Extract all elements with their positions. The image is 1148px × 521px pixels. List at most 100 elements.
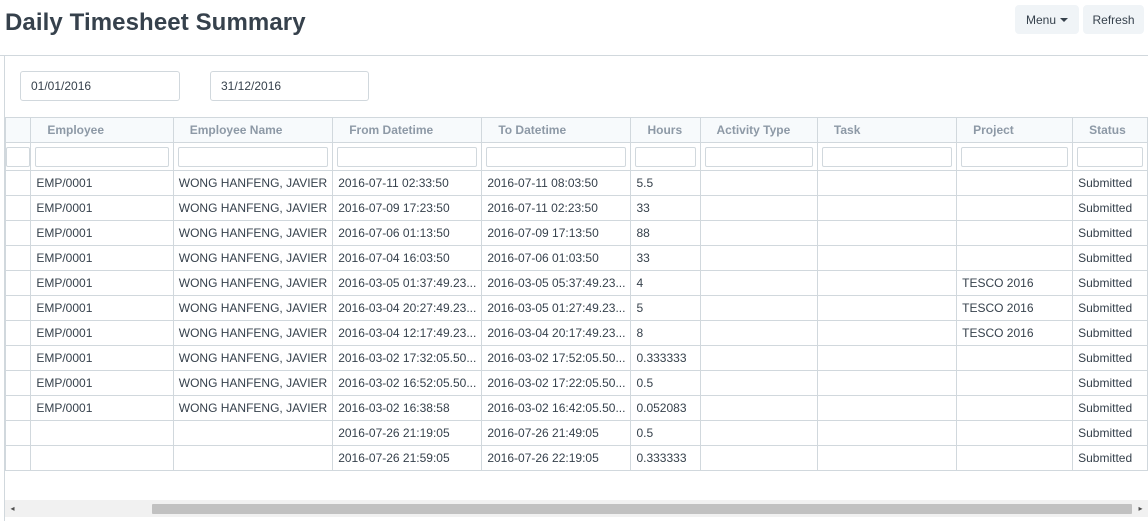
column-header-to-datetime[interactable]: To Datetime [481, 117, 632, 143]
cell-hours[interactable]: 0.052083 [630, 395, 701, 421]
cell-employee[interactable]: EMP/0001 [30, 220, 174, 246]
table-row[interactable]: EMP/0001 WONG HANFENG, JAVIER 2016-07-04 1… [4, 245, 1148, 271]
cell-hours[interactable]: 0.333333 [630, 345, 701, 371]
cell-employee[interactable]: EMP/0001 [30, 170, 174, 196]
filter-input-activity-type[interactable] [704, 146, 813, 167]
cell-project[interactable]: TESCO 2016 [956, 270, 1074, 296]
cell-task[interactable] [816, 245, 958, 271]
cell-from-datetime[interactable]: 2016-03-05 01:37:49.23... [332, 270, 483, 296]
table-row[interactable]: 2016-07-26 21:59:05 2016-07-26 22:19:05 0.… [4, 445, 1148, 471]
column-header-employee[interactable]: Employee [30, 117, 174, 143]
cell-activity-type[interactable] [699, 170, 818, 196]
cell-hours[interactable]: 5.5 [630, 170, 701, 196]
filter-input[interactable] [6, 146, 30, 167]
cell-project[interactable] [956, 395, 1074, 421]
table-row[interactable]: EMP/0001 WONG HANFENG, JAVIER 2016-03-02 1… [4, 370, 1148, 396]
cell-status[interactable]: Submitted [1072, 345, 1148, 371]
cell-from-datetime[interactable]: 2016-03-04 12:17:49.23... [332, 320, 483, 346]
cell-hours[interactable]: 88 [630, 220, 701, 246]
cell-to-datetime[interactable]: 2016-07-26 22:19:05 [481, 445, 632, 471]
horizontal-scrollbar[interactable]: ◂ ▸ [5, 500, 1148, 517]
cell-activity-type[interactable] [699, 320, 818, 346]
cell-employee-name[interactable]: WONG HANFENG, JAVIER [172, 170, 334, 196]
column-header-project[interactable]: Project [956, 117, 1074, 143]
cell-status[interactable]: Submitted [1072, 245, 1148, 271]
cell-activity-type[interactable] [699, 445, 818, 471]
cell-from-datetime[interactable]: 2016-07-26 21:59:05 [332, 445, 483, 471]
cell-project[interactable]: TESCO 2016 [956, 295, 1074, 321]
cell-employee[interactable]: EMP/0001 [30, 395, 174, 421]
cell-from-datetime[interactable]: 2016-07-04 16:03:50 [332, 245, 483, 271]
cell-project[interactable] [956, 220, 1074, 246]
cell-activity-type[interactable] [699, 245, 818, 271]
cell-hours[interactable]: 0.5 [630, 420, 701, 446]
column-header-from-datetime[interactable]: From Datetime [332, 117, 483, 143]
cell-employee[interactable]: EMP/0001 [30, 195, 174, 221]
cell-activity-type[interactable] [699, 270, 818, 296]
cell-status[interactable]: Submitted [1072, 420, 1148, 446]
table-row[interactable]: EMP/0001 WONG HANFENG, JAVIER 2016-03-02 1… [4, 395, 1148, 421]
cell-hours[interactable]: 33 [630, 195, 701, 221]
cell-employee-name[interactable]: WONG HANFENG, JAVIER [172, 320, 334, 346]
cell-to-datetime[interactable]: 2016-03-04 20:17:49.23... [481, 320, 632, 346]
cell-task[interactable] [816, 370, 958, 396]
cell-to-datetime[interactable]: 2016-07-06 01:03:50 [481, 245, 632, 271]
filter-input-status[interactable] [1077, 146, 1143, 167]
cell-activity-type[interactable] [699, 195, 818, 221]
cell-employee-name[interactable]: WONG HANFENG, JAVIER [172, 370, 334, 396]
cell-status[interactable]: Submitted [1072, 270, 1148, 296]
cell-employee[interactable]: EMP/0001 [30, 320, 174, 346]
filter-input-hours[interactable] [635, 146, 696, 167]
scroll-left-icon[interactable]: ◂ [5, 500, 20, 517]
cell-employee[interactable] [30, 420, 174, 446]
cell-from-datetime[interactable]: 2016-03-02 16:52:05.50... [332, 370, 483, 396]
cell-hours[interactable]: 5 [630, 295, 701, 321]
cell-task[interactable] [816, 395, 958, 421]
cell-from-datetime[interactable]: 2016-07-09 17:23:50 [332, 195, 483, 221]
column-header-employee-name[interactable]: Employee Name [172, 117, 334, 143]
cell-status[interactable]: Submitted [1072, 195, 1148, 221]
cell-activity-type[interactable] [699, 370, 818, 396]
cell-project[interactable] [956, 420, 1074, 446]
cell-employee[interactable]: EMP/0001 [30, 245, 174, 271]
cell-from-datetime[interactable]: 2016-07-26 21:19:05 [332, 420, 483, 446]
cell-employee-name[interactable]: WONG HANFENG, JAVIER [172, 270, 334, 296]
cell-employee[interactable]: EMP/0001 [30, 345, 174, 371]
scrollbar-thumb[interactable] [152, 504, 1132, 514]
cell-to-datetime[interactable]: 2016-07-26 21:49:05 [481, 420, 632, 446]
cell-activity-type[interactable] [699, 395, 818, 421]
cell-from-datetime[interactable]: 2016-07-06 01:13:50 [332, 220, 483, 246]
cell-activity-type[interactable] [699, 345, 818, 371]
cell-hours[interactable]: 0.333333 [630, 445, 701, 471]
cell-employee[interactable]: EMP/0001 [30, 295, 174, 321]
table-row[interactable]: EMP/0001 WONG HANFENG, JAVIER 2016-03-04 2… [4, 295, 1148, 321]
table-row[interactable]: EMP/0001 WONG HANFENG, JAVIER 2016-03-04 1… [4, 320, 1148, 346]
cell-status[interactable]: Submitted [1072, 220, 1148, 246]
cell-task[interactable] [816, 270, 958, 296]
filter-input-to-datetime[interactable] [486, 146, 627, 167]
cell-activity-type[interactable] [699, 220, 818, 246]
cell-hours[interactable]: 33 [630, 245, 701, 271]
cell-status[interactable]: Submitted [1072, 295, 1148, 321]
cell-employee-name[interactable]: WONG HANFENG, JAVIER [172, 195, 334, 221]
menu-button[interactable]: Menu [1015, 5, 1079, 34]
table-row[interactable]: EMP/0001 WONG HANFENG, JAVIER 2016-07-06 0… [4, 220, 1148, 246]
cell-project[interactable]: TESCO 2016 [956, 320, 1074, 346]
table-row[interactable]: EMP/0001 WONG HANFENG, JAVIER 2016-07-09 1… [4, 195, 1148, 221]
cell-employee-name[interactable]: WONG HANFENG, JAVIER [172, 220, 334, 246]
cell-from-datetime[interactable]: 2016-03-02 17:32:05.50... [332, 345, 483, 371]
cell-employee-name[interactable] [172, 445, 334, 471]
cell-to-datetime[interactable]: 2016-03-02 16:42:05.50... [481, 395, 632, 421]
cell-status[interactable]: Submitted [1072, 320, 1148, 346]
table-row[interactable]: EMP/0001 WONG HANFENG, JAVIER 2016-07-11 0… [4, 170, 1148, 196]
cell-to-datetime[interactable]: 2016-07-11 08:03:50 [481, 170, 632, 196]
cell-employee[interactable]: EMP/0001 [30, 370, 174, 396]
cell-to-datetime[interactable]: 2016-03-05 01:27:49.23... [481, 295, 632, 321]
cell-employee-name[interactable]: WONG HANFENG, JAVIER [172, 295, 334, 321]
cell-to-datetime[interactable]: 2016-07-11 02:23:50 [481, 195, 632, 221]
table-row[interactable]: EMP/0001 WONG HANFENG, JAVIER 2016-03-02 1… [4, 345, 1148, 371]
from-date-input[interactable]: 01/01/2016 [20, 71, 180, 101]
column-header-status[interactable]: Status [1072, 117, 1148, 143]
cell-task[interactable] [816, 320, 958, 346]
cell-status[interactable]: Submitted [1072, 445, 1148, 471]
